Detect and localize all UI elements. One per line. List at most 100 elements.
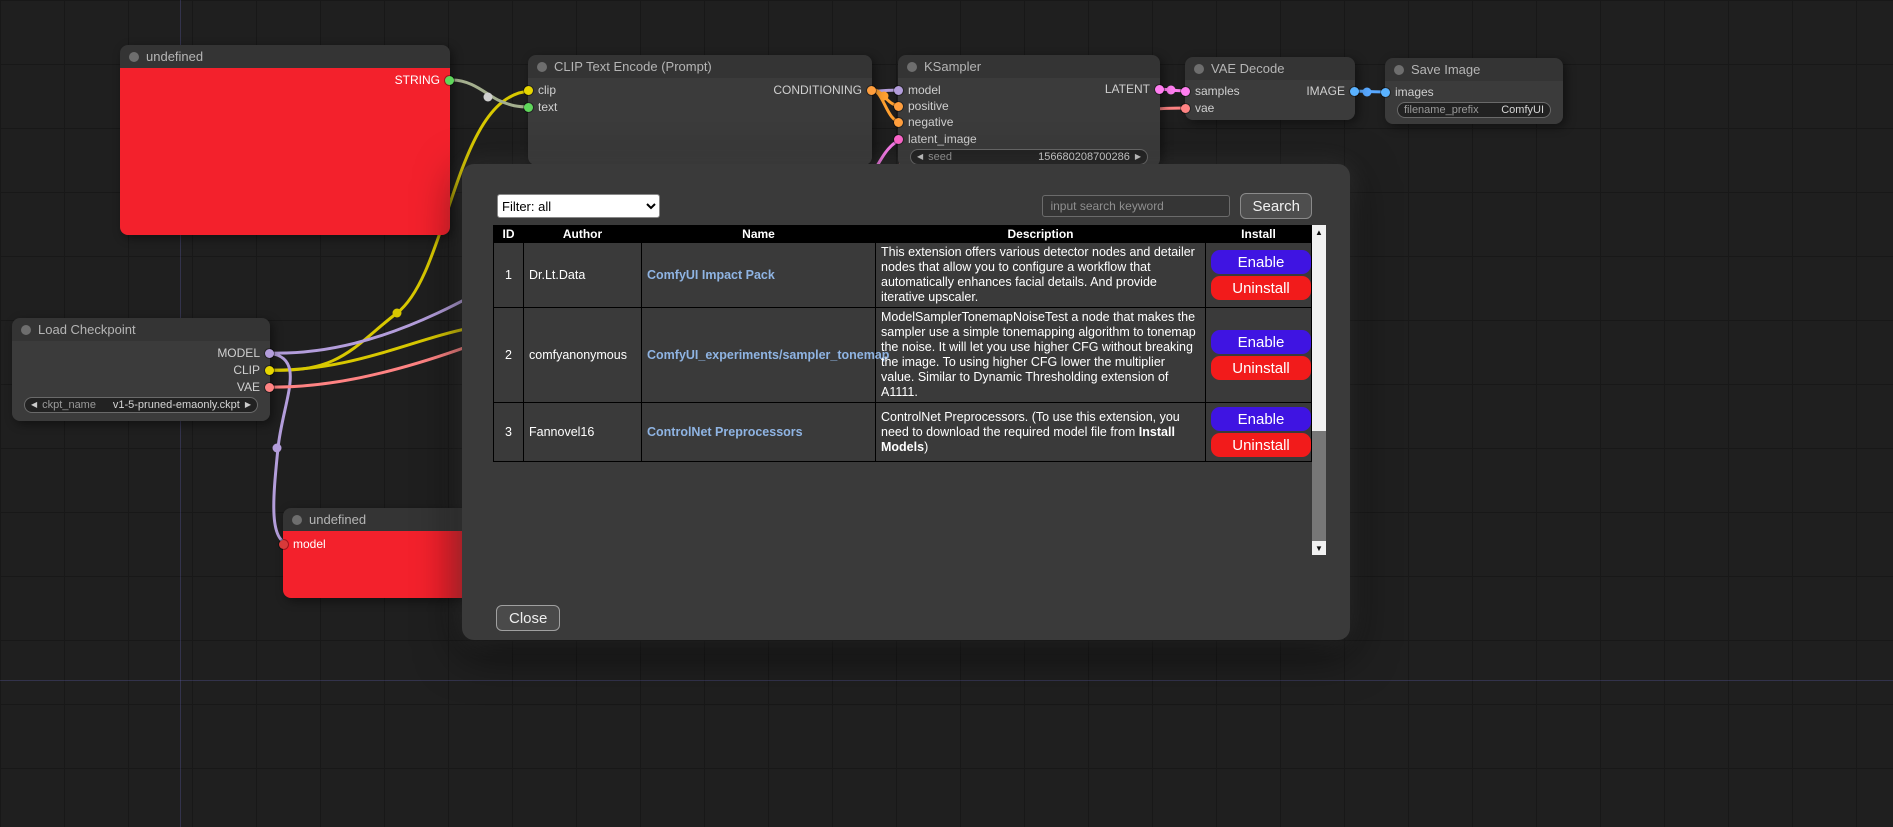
node-collapse-dot[interactable] (1394, 65, 1404, 75)
prev-arrow-icon[interactable]: ◀ (917, 149, 923, 165)
node-vae-decode[interactable]: VAE Decode samples vae IMAGE (1185, 57, 1355, 120)
images-input-pin[interactable] (1381, 88, 1390, 97)
search-button[interactable]: Search (1240, 193, 1312, 219)
next-arrow-icon[interactable]: ▶ (1135, 149, 1141, 165)
close-button[interactable]: Close (496, 605, 560, 631)
filename-prefix-widget[interactable]: filename_prefix ComfyUI (1397, 102, 1551, 118)
model-input-pin[interactable] (894, 86, 903, 95)
vae-input-pin[interactable] (1181, 104, 1190, 113)
wire-dot-string (484, 93, 493, 102)
conditioning-output-pin[interactable] (867, 86, 876, 95)
node-body: samples vae IMAGE (1185, 80, 1355, 120)
text-input-pin[interactable] (524, 103, 533, 112)
output-slot-vae: VAE (237, 380, 274, 394)
cell-name: ControlNet Preprocessors (642, 403, 876, 462)
dialog-controls: Filter: all Search (497, 192, 1312, 220)
next-arrow-icon[interactable]: ▶ (245, 397, 251, 413)
widget-label: seed (928, 151, 952, 163)
header-author: Author (524, 226, 642, 243)
input-slot-model: model (279, 537, 326, 551)
widget-value: ComfyUI (1484, 104, 1544, 116)
node-collapse-dot[interactable] (129, 52, 139, 62)
scroll-down-icon[interactable]: ▼ (1312, 541, 1326, 555)
extension-link[interactable]: ComfyUI_experiments/sampler_tonemap (647, 348, 889, 362)
input-slot-images: images (1381, 85, 1434, 99)
scroll-up-icon[interactable]: ▲ (1312, 225, 1326, 239)
output-label: VAE (237, 380, 260, 394)
input-label: images (1395, 85, 1434, 99)
input-label: clip (538, 83, 556, 97)
uninstall-button[interactable]: Uninstall (1211, 276, 1311, 300)
image-output-pin[interactable] (1350, 87, 1359, 96)
node-collapse-dot[interactable] (537, 62, 547, 72)
input-label: model (908, 83, 941, 97)
node-clip-text-encode[interactable]: CLIP Text Encode (Prompt) clip text COND… (528, 55, 872, 165)
node-header[interactable]: CLIP Text Encode (Prompt) (528, 55, 872, 78)
filter-select[interactable]: Filter: all (497, 194, 660, 218)
node-collapse-dot[interactable] (907, 62, 917, 72)
clip-output-pin[interactable] (265, 366, 274, 375)
node-body: model positive negative latent_image LAT… (898, 78, 1160, 167)
cell-install: Enable Uninstall (1206, 308, 1312, 403)
cell-name: ComfyUI Impact Pack (642, 243, 876, 308)
input-slot-text: text (524, 100, 557, 114)
header-install: Install (1206, 226, 1312, 243)
latent-image-input-pin[interactable] (894, 135, 903, 144)
widget-label: filename_prefix (1404, 104, 1479, 116)
input-slot-negative: negative (894, 115, 953, 129)
input-slot-clip: clip (524, 83, 556, 97)
cell-id: 3 (494, 403, 524, 462)
scrollbar-track[interactable] (1312, 431, 1326, 541)
clip-input-pin[interactable] (524, 86, 533, 95)
node-title: undefined (146, 49, 203, 64)
scrollbar-thumb[interactable] (1312, 239, 1326, 431)
enable-button[interactable]: Enable (1211, 250, 1311, 274)
seed-widget[interactable]: ◀ seed 156680208700286 ▶ (910, 149, 1148, 165)
prev-arrow-icon[interactable]: ◀ (31, 397, 37, 413)
samples-input-pin[interactable] (1181, 87, 1190, 96)
input-label: text (538, 100, 557, 114)
ckpt-name-widget[interactable]: ◀ ckpt_name v1-5-pruned-emaonly.ckpt ▶ (24, 397, 258, 413)
model-input-pin[interactable] (279, 540, 288, 549)
table-scrollbar[interactable]: ▲ ▼ (1312, 225, 1326, 555)
input-label: latent_image (908, 132, 977, 146)
cell-install: Enable Uninstall (1206, 243, 1312, 308)
model-output-pin[interactable] (265, 349, 274, 358)
extension-link[interactable]: ControlNet Preprocessors (647, 425, 803, 439)
node-ksampler[interactable]: KSampler model positive negative latent_… (898, 55, 1160, 167)
positive-input-pin[interactable] (894, 102, 903, 111)
node-header[interactable]: KSampler (898, 55, 1160, 78)
uninstall-button[interactable]: Uninstall (1211, 433, 1311, 457)
output-slot-clip: CLIP (233, 363, 274, 377)
negative-input-pin[interactable] (894, 118, 903, 127)
uninstall-button[interactable]: Uninstall (1211, 356, 1311, 380)
node-collapse-dot[interactable] (21, 325, 31, 335)
node-header[interactable]: VAE Decode (1185, 57, 1355, 80)
string-output-pin[interactable] (445, 76, 454, 85)
wire-dot-image (1363, 88, 1372, 97)
extension-link[interactable]: ComfyUI Impact Pack (647, 268, 775, 282)
graph-canvas[interactable]: undefined STRING CLIP Text Encode (Promp… (0, 0, 1893, 827)
node-collapse-dot[interactable] (292, 515, 302, 525)
node-collapse-dot[interactable] (1194, 64, 1204, 74)
cell-description: ControlNet Preprocessors. (To use this e… (876, 403, 1206, 462)
node-title: VAE Decode (1211, 61, 1284, 76)
node-header[interactable]: undefined (120, 45, 450, 68)
vae-output-pin[interactable] (265, 383, 274, 392)
cell-name: ComfyUI_experiments/sampler_tonemap (642, 308, 876, 403)
node-load-checkpoint[interactable]: Load Checkpoint MODEL CLIP VAE ◀ ckpt_na… (12, 318, 270, 421)
input-label: model (293, 537, 326, 551)
node-header[interactable]: Load Checkpoint (12, 318, 270, 341)
cell-id: 2 (494, 308, 524, 403)
latent-output-pin[interactable] (1155, 85, 1164, 94)
search-input[interactable] (1042, 195, 1230, 217)
header-id: ID (494, 226, 524, 243)
output-label: CONDITIONING (773, 83, 862, 97)
input-slot-latent-image: latent_image (894, 132, 977, 146)
enable-button[interactable]: Enable (1211, 330, 1311, 354)
node-save-image[interactable]: Save Image images filename_prefix ComfyU… (1385, 58, 1563, 124)
enable-button[interactable]: Enable (1211, 407, 1311, 431)
node-undefined-top[interactable]: undefined STRING (120, 45, 450, 235)
node-header[interactable]: Save Image (1385, 58, 1563, 81)
table-header-row: ID Author Name Description Install (494, 226, 1312, 243)
